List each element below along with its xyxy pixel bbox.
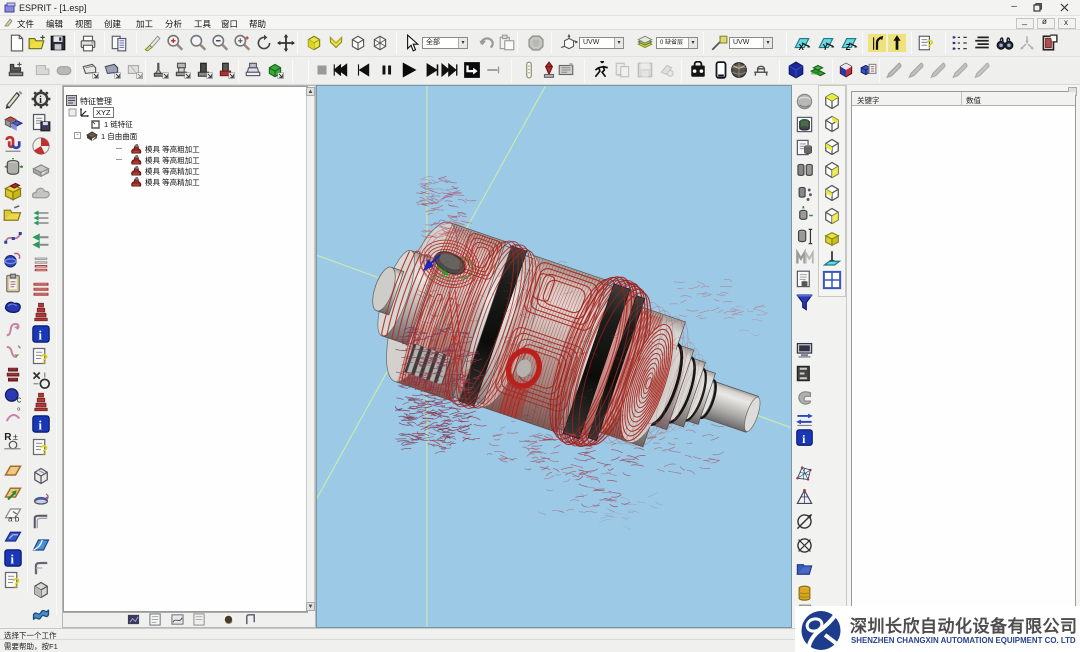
svg-text:c: c xyxy=(17,395,22,405)
svg-text:i: i xyxy=(39,95,42,106)
svg-text:±: ± xyxy=(13,432,18,442)
svg-text:?: ? xyxy=(12,576,20,591)
svg-text:?: ? xyxy=(926,38,934,52)
svg-text:a b: a b xyxy=(8,515,20,524)
svg-text:i: i xyxy=(39,419,43,433)
svg-text:i: i xyxy=(39,329,43,343)
svg-text:?: ? xyxy=(40,352,48,367)
svg-text:i: i xyxy=(11,553,15,567)
svg-text:?: ? xyxy=(40,443,48,458)
svg-text:°: ° xyxy=(17,407,21,418)
